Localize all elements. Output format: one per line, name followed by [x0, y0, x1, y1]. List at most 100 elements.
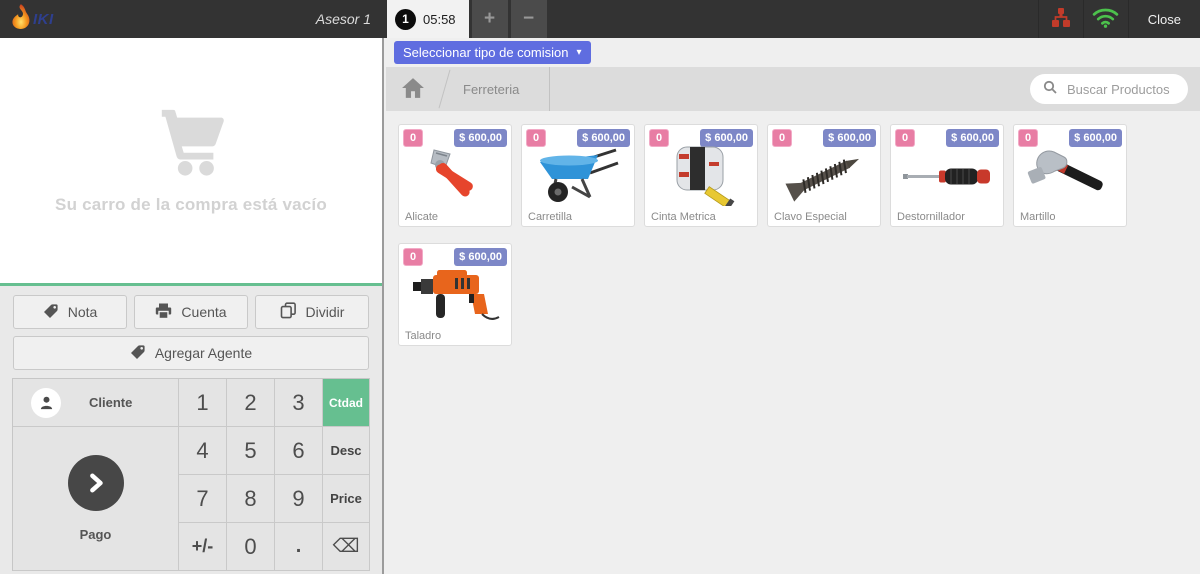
- key-1[interactable]: 1: [179, 379, 227, 427]
- agregar-agente-button[interactable]: Agregar Agente: [13, 336, 369, 370]
- network-icon: [1050, 8, 1072, 31]
- product-image: [1014, 147, 1126, 205]
- pago-button[interactable]: Pago: [13, 427, 179, 571]
- product-image: [645, 147, 757, 205]
- key-dot[interactable]: .: [275, 523, 323, 571]
- product-card[interactable]: 0 $ 600,00 Clavo Especial: [767, 124, 881, 227]
- pay-arrow-icon: [68, 455, 124, 511]
- topbar-right: Close: [1038, 0, 1200, 38]
- product-name: Cinta Metrica: [651, 211, 716, 223]
- product-image: [768, 147, 880, 205]
- product-name: Clavo Especial: [774, 211, 847, 223]
- price-badge: $ 600,00: [577, 129, 630, 147]
- key-3[interactable]: 3: [275, 379, 323, 427]
- split-copy-icon: [280, 302, 297, 322]
- cuenta-button[interactable]: Cuenta: [134, 295, 248, 329]
- close-button[interactable]: Close: [1128, 0, 1200, 38]
- price-badge: $ 600,00: [823, 129, 876, 147]
- product-card[interactable]: 0 $ 600,00 Taladro: [398, 243, 512, 346]
- price-badge: $ 600,00: [946, 129, 999, 147]
- qty-badge: 0: [1018, 129, 1038, 147]
- chevron-down-icon: ▾: [576, 48, 581, 58]
- catalog-panel: Seleccionar tipo de comision ▾ Ferreteri…: [386, 38, 1200, 574]
- user-label: Asesor 1: [316, 11, 371, 27]
- cart-empty-message: Su carro de la compra está vacío: [55, 195, 327, 215]
- product-card[interactable]: 0 $ 600,00 Destornillador: [890, 124, 1004, 227]
- key-0[interactable]: 0: [227, 523, 275, 571]
- product-image: [399, 266, 511, 324]
- tag-icon: [130, 344, 146, 363]
- key-plus-minus[interactable]: +/-: [179, 523, 227, 571]
- add-ticket-button[interactable]: +: [472, 0, 508, 38]
- product-name: Martillo: [1020, 211, 1055, 223]
- commission-dropdown-label: Seleccionar tipo de comision: [403, 45, 568, 60]
- cart-icon: [143, 106, 239, 183]
- product-card[interactable]: 0 $ 600,00 Martillo: [1013, 124, 1127, 227]
- breadcrumb-home-button[interactable]: [386, 67, 440, 111]
- product-search[interactable]: [1030, 74, 1188, 104]
- key-5[interactable]: 5: [227, 427, 275, 475]
- breadcrumb: Ferreteria: [386, 67, 1200, 111]
- qty-badge: 0: [895, 129, 915, 147]
- pago-label: Pago: [80, 527, 112, 542]
- search-icon: [1043, 80, 1057, 99]
- key-4[interactable]: 4: [179, 427, 227, 475]
- wifi-status-button[interactable]: [1083, 0, 1128, 38]
- key-desc[interactable]: Desc: [323, 427, 370, 475]
- product-card[interactable]: 0 $ 600,00 Alicate: [398, 124, 512, 227]
- dividir-label: Dividir: [306, 304, 345, 320]
- product-name: Alicate: [405, 211, 438, 223]
- customer-icon: [31, 388, 61, 418]
- nota-button[interactable]: Nota: [13, 295, 127, 329]
- top-bar: IKI Asesor 1 1 05:58 + −: [0, 0, 1200, 38]
- key-ctdad[interactable]: Ctdad: [323, 379, 370, 427]
- ticket-number-badge: 1: [395, 9, 416, 30]
- product-name: Destornillador: [897, 211, 965, 223]
- qty-badge: 0: [403, 129, 423, 147]
- commission-strip: Seleccionar tipo de comision ▾: [386, 38, 1200, 67]
- product-card[interactable]: 0 $ 600,00 Cinta Metrica: [644, 124, 758, 227]
- qty-badge: 0: [649, 129, 669, 147]
- product-name: Carretilla: [528, 211, 572, 223]
- remove-ticket-button[interactable]: −: [511, 0, 547, 38]
- flame-logo-icon: [8, 3, 32, 36]
- key-9[interactable]: 9: [275, 475, 323, 523]
- tag-icon: [43, 303, 59, 322]
- empty-cart-area: Su carro de la compra está vacío: [0, 38, 382, 283]
- network-status-button[interactable]: [1038, 0, 1083, 38]
- product-card[interactable]: 0 $ 600,00 Carretilla: [521, 124, 635, 227]
- ticket-actions: Nota Cuenta: [0, 286, 382, 370]
- qty-badge: 0: [526, 129, 546, 147]
- key-price[interactable]: Price: [323, 475, 370, 523]
- qty-badge: 0: [403, 248, 423, 266]
- ticket-panel: Su carro de la compra está vacío Nota: [0, 38, 384, 574]
- key-6[interactable]: 6: [275, 427, 323, 475]
- ticket-tab-active[interactable]: 1 05:58: [387, 0, 469, 38]
- commission-type-dropdown[interactable]: Seleccionar tipo de comision ▾: [394, 41, 591, 64]
- printer-icon: [155, 303, 172, 322]
- cliente-label: Cliente: [89, 395, 132, 410]
- ticket-tab-strip: 1 05:58 + −: [387, 0, 547, 38]
- price-badge: $ 600,00: [454, 248, 507, 266]
- key-7[interactable]: 7: [179, 475, 227, 523]
- cliente-button[interactable]: Cliente: [13, 379, 179, 427]
- logo-zone: IKI Asesor 1: [0, 0, 387, 38]
- dividir-button[interactable]: Dividir: [255, 295, 369, 329]
- cuenta-label: Cuenta: [181, 304, 226, 320]
- product-name: Taladro: [405, 330, 441, 342]
- agregar-agente-label: Agregar Agente: [155, 345, 252, 361]
- product-grid: 0 $ 600,00 Alicate 0 $ 600,00 Carretilla…: [386, 111, 1200, 362]
- price-badge: $ 600,00: [700, 129, 753, 147]
- key-backspace[interactable]: ⌫: [323, 523, 370, 571]
- search-input[interactable]: [1065, 81, 1175, 98]
- brand-text: IKI: [33, 11, 54, 28]
- breadcrumb-divider: [549, 67, 550, 111]
- price-badge: $ 600,00: [454, 129, 507, 147]
- keypad: Cliente 1 2 3 Ctdad Pago 4 5 6 Desc 7 8 …: [12, 378, 370, 571]
- home-icon: [401, 77, 425, 102]
- key-8[interactable]: 8: [227, 475, 275, 523]
- key-2[interactable]: 2: [227, 379, 275, 427]
- wifi-icon: [1092, 7, 1119, 31]
- breadcrumb-category[interactable]: Ferreteria: [449, 82, 549, 97]
- app-logo: IKI: [8, 3, 54, 36]
